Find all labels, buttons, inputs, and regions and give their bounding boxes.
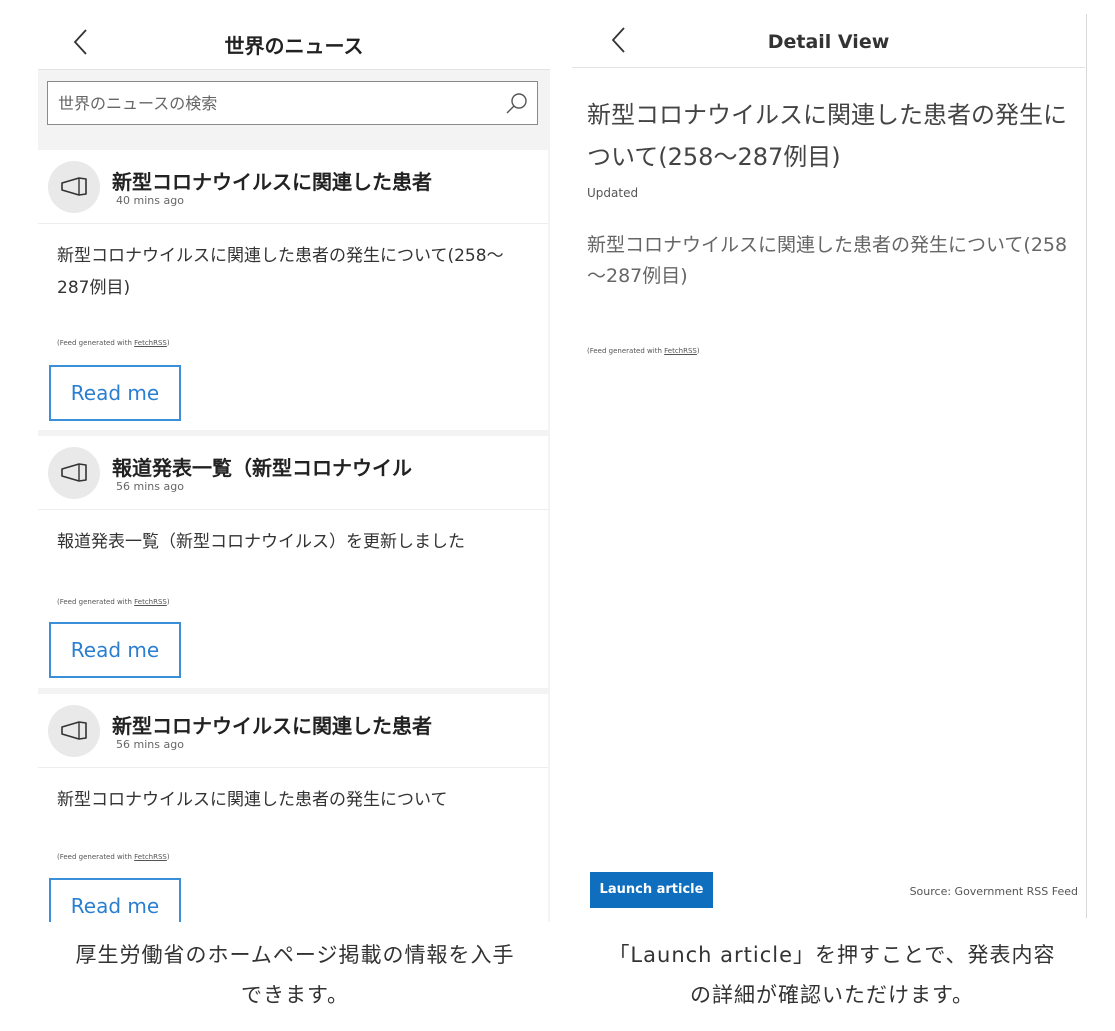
read-me-button[interactable]: Read me bbox=[49, 878, 181, 922]
detail-page-title: Detail View bbox=[767, 31, 890, 53]
news-card: 新型コロナウイルスに関連した患者 56 mins ago 新型コロナウイルスに関… bbox=[38, 694, 548, 922]
list-header: 世界のニュース bbox=[38, 14, 550, 70]
card-title[interactable]: 新型コロナウイルスに関連した患者 bbox=[112, 166, 542, 195]
feed-credit-prefix: (Feed generated with bbox=[587, 347, 665, 355]
megaphone-icon bbox=[48, 447, 100, 499]
feed-credit: (Feed generated with FetchRSS) bbox=[57, 598, 170, 606]
updated-label: Updated bbox=[587, 186, 639, 200]
news-card: 新型コロナウイルスに関連した患者 40 mins ago 新型コロナウイルスに関… bbox=[38, 150, 548, 430]
card-header: 新型コロナウイルスに関連した患者 40 mins ago bbox=[38, 150, 548, 224]
feed-credit-prefix: (Feed generated with bbox=[57, 598, 135, 606]
search-input[interactable] bbox=[58, 82, 498, 124]
left-caption: 厚生労働省のホームページ掲載の情報を入手 できます。 bbox=[20, 935, 570, 1015]
search-box[interactable] bbox=[47, 81, 538, 125]
article-body: 新型コロナウイルスに関連した患者の発生について(258～287例目) bbox=[587, 234, 1068, 287]
right-caption: 「Launch article」を押すことで、発表内容 の詳細が確認いただけます… bbox=[572, 935, 1092, 1015]
card-timestamp: 56 mins ago bbox=[116, 480, 184, 493]
card-title[interactable]: 新型コロナウイルスに関連した患者 bbox=[112, 710, 542, 739]
megaphone-icon bbox=[48, 705, 100, 757]
card-timestamp: 40 mins ago bbox=[116, 194, 184, 207]
left-caption-line1: 厚生労働省のホームページ掲載の情報を入手 bbox=[75, 943, 515, 967]
feed-credit: (Feed generated with FetchRSS) bbox=[57, 853, 170, 861]
fetchrss-link[interactable]: FetchRSS bbox=[134, 853, 167, 861]
card-title[interactable]: 報道発表一覧（新型コロナウイル bbox=[112, 452, 542, 481]
fetchrss-link[interactable]: FetchRSS bbox=[664, 347, 697, 355]
news-card: 報道発表一覧（新型コロナウイル 56 mins ago 報道発表一覧（新型コロナ… bbox=[38, 436, 548, 688]
left-caption-line2: できます。 bbox=[241, 983, 349, 1007]
detail-header: Detail View bbox=[572, 14, 1085, 68]
fetchrss-link[interactable]: FetchRSS bbox=[134, 339, 167, 347]
article-title: 新型コロナウイルスに関連した患者の発生について(258～287例目) bbox=[587, 101, 1067, 171]
read-me-button[interactable]: Read me bbox=[49, 622, 181, 678]
card-summary: 新型コロナウイルスに関連した患者の発生について bbox=[57, 790, 448, 810]
megaphone-icon bbox=[48, 161, 100, 213]
right-caption-line2: の詳細が確認いただけます。 bbox=[690, 983, 974, 1007]
feed-credit-prefix: (Feed generated with bbox=[57, 853, 135, 861]
page-title: 世界のニュース bbox=[224, 34, 364, 58]
card-summary: 新型コロナウイルスに関連した患者の発生について(258～287例目) bbox=[57, 246, 504, 298]
feed-credit: (Feed generated with FetchRSS) bbox=[587, 347, 700, 355]
card-summary: 報道発表一覧（新型コロナウイルス）を更新しました bbox=[57, 532, 465, 552]
feed-credit-prefix: (Feed generated with bbox=[57, 339, 135, 347]
source-label: Source: Government RSS Feed bbox=[909, 885, 1078, 898]
card-timestamp: 56 mins ago bbox=[116, 738, 184, 751]
detail-view-panel: Detail View 新型コロナウイルスに関連した患者の発生について(258～… bbox=[572, 14, 1087, 918]
right-caption-line1: 「Launch article」を押すことで、発表内容 bbox=[608, 943, 1056, 967]
feed-credit-suffix: ) bbox=[166, 339, 170, 347]
news-list-panel: 世界のニュース 新型コロナウイルスに関連した患者 40 mins ago 新型コ… bbox=[38, 14, 550, 922]
fetchrss-link[interactable]: FetchRSS bbox=[134, 598, 167, 606]
card-header: 報道発表一覧（新型コロナウイル 56 mins ago bbox=[38, 436, 548, 510]
feed-credit-suffix: ) bbox=[166, 853, 170, 861]
launch-article-button[interactable]: Launch article bbox=[590, 872, 713, 908]
feed-credit: (Feed generated with FetchRSS) bbox=[57, 339, 170, 347]
card-header: 新型コロナウイルスに関連した患者 56 mins ago bbox=[38, 694, 548, 768]
feed-credit-suffix: ) bbox=[166, 598, 170, 606]
feed-credit-suffix: ) bbox=[696, 347, 700, 355]
search-icon[interactable] bbox=[505, 91, 529, 115]
read-me-button[interactable]: Read me bbox=[49, 365, 181, 421]
